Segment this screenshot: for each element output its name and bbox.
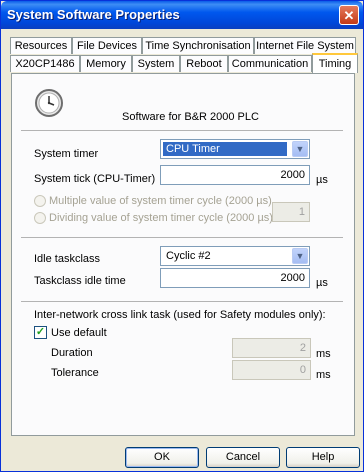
tab-timing[interactable]: Timing xyxy=(312,53,358,73)
system-timer-label: System timer xyxy=(34,148,99,160)
tolerance-label: Tolerance xyxy=(51,367,99,379)
tab-system[interactable]: System xyxy=(132,55,180,72)
dividing-value-input[interactable]: 1 xyxy=(272,202,310,222)
duration-unit: ms xyxy=(316,348,331,360)
idle-taskclass-label: Idle taskclass xyxy=(34,253,101,265)
close-icon[interactable]: ✕ xyxy=(339,5,359,25)
idle-time-input[interactable]: 2000 xyxy=(160,268,310,288)
dividing-value-label: Dividing value of system timer cycle (20… xyxy=(49,212,273,224)
use-default-label: Use default xyxy=(51,327,107,339)
cancel-button[interactable]: Cancel xyxy=(206,447,280,468)
header-subtitle: Software for B&R 2000 PLC xyxy=(122,111,259,123)
use-default-checkbox[interactable]: ✓ xyxy=(34,326,47,339)
system-tick-label: System tick (CPU-Timer) xyxy=(34,173,156,185)
tolerance-input[interactable]: 0 xyxy=(232,360,311,380)
tab-internet-file-system[interactable]: Internet File System xyxy=(254,37,356,54)
tolerance-unit: ms xyxy=(316,369,331,381)
system-tick-unit: µs xyxy=(316,174,328,186)
tab-communication[interactable]: Communication xyxy=(228,55,312,72)
system-timer-select[interactable]: CPU Timer ▼ xyxy=(160,139,310,159)
idle-time-label: Taskclass idle time xyxy=(34,275,126,287)
crosslink-heading: Inter-network cross link task (used for … xyxy=(34,309,326,321)
idle-taskclass-select[interactable]: Cyclic #2 ▼ xyxy=(160,246,310,266)
idle-time-unit: µs xyxy=(316,277,328,289)
tab-reboot[interactable]: Reboot xyxy=(180,55,228,72)
duration-input[interactable]: 2 xyxy=(232,338,311,358)
divider-3 xyxy=(21,301,343,302)
system-timer-value: CPU Timer xyxy=(163,142,287,156)
title-bar[interactable]: System Software Properties ✕ xyxy=(1,1,363,29)
tab-memory[interactable]: Memory xyxy=(80,55,132,72)
divider-2 xyxy=(21,237,343,238)
dialog-window: System Software Properties ✕ Resources F… xyxy=(0,0,364,472)
multiple-value-radio[interactable] xyxy=(34,195,46,207)
tab-x20cp1486[interactable]: X20CP1486 xyxy=(10,55,80,72)
tab-time-synchronisation[interactable]: Time Synchronisation xyxy=(142,37,254,54)
tab-resources[interactable]: Resources xyxy=(10,37,72,54)
ok-button[interactable]: OK xyxy=(125,447,199,468)
system-tick-input[interactable]: 2000 xyxy=(160,165,310,185)
tab-file-devices[interactable]: File Devices xyxy=(72,37,142,54)
chevron-down-icon[interactable]: ▼ xyxy=(292,248,308,264)
help-button[interactable]: Help xyxy=(286,447,360,468)
clock-icon xyxy=(35,89,63,117)
window-title: System Software Properties xyxy=(7,7,180,22)
idle-taskclass-value: Cyclic #2 xyxy=(166,250,211,262)
divider-1 xyxy=(21,130,343,131)
chevron-down-icon[interactable]: ▼ xyxy=(292,141,308,157)
dividing-value-radio[interactable] xyxy=(34,212,46,224)
duration-label: Duration xyxy=(51,347,93,359)
multiple-value-label: Multiple value of system timer cycle (20… xyxy=(49,195,272,207)
